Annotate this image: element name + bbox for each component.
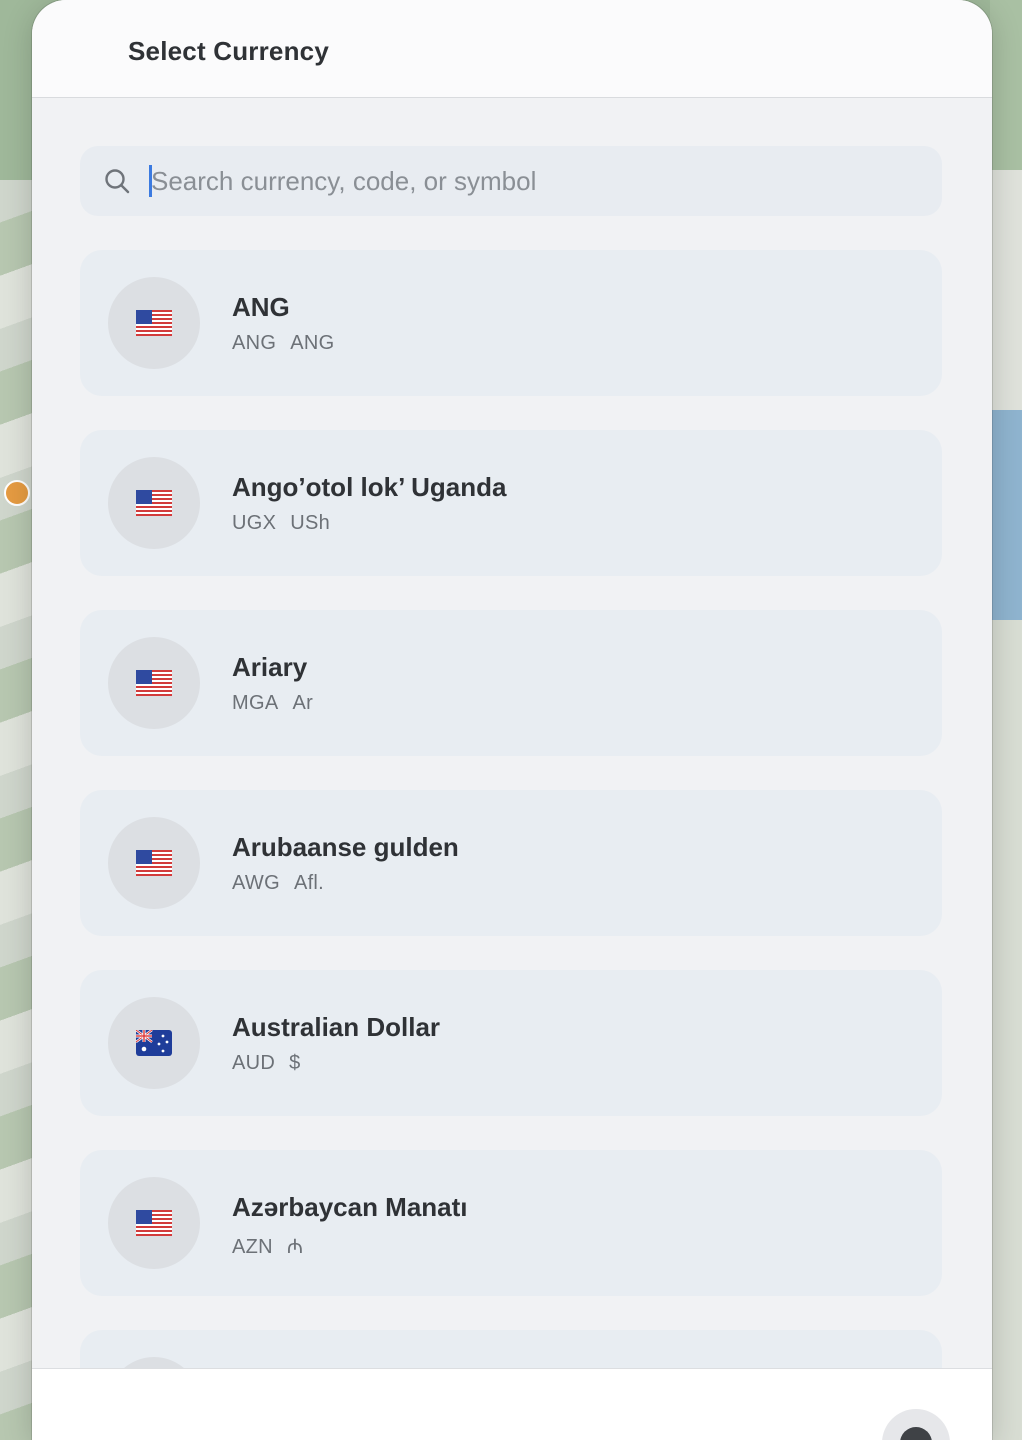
currency-list: ANG ANG ANG Ango’otol lok’ Uganda UGX USh … bbox=[80, 250, 942, 1368]
currency-name: Arubaanse gulden bbox=[232, 832, 459, 862]
map-right-edge bbox=[990, 0, 1022, 1440]
currency-meta: ANG ANG bbox=[232, 332, 335, 355]
flag-badge bbox=[108, 457, 200, 549]
flag-badge bbox=[108, 1357, 200, 1368]
sheet-footer bbox=[32, 1368, 992, 1440]
currency-name: Azərbaycan Manatı bbox=[232, 1192, 468, 1222]
footer-action-button[interactable] bbox=[882, 1409, 950, 1440]
map-poi-icon bbox=[4, 480, 30, 506]
currency-meta: UGX USh bbox=[232, 512, 330, 535]
currency-row[interactable]: ANG ANG ANG bbox=[80, 250, 942, 396]
currency-row[interactable]: Azərbaycan Manatı AZN ₼ bbox=[80, 1150, 942, 1296]
currency-name: Ariary bbox=[232, 652, 308, 682]
currency-code: ANG bbox=[232, 332, 277, 354]
currency-code: AUD bbox=[232, 1052, 276, 1074]
sheet-title: Select Currency bbox=[128, 36, 329, 66]
search-bar[interactable] bbox=[80, 146, 942, 216]
flag-badge bbox=[108, 997, 200, 1089]
currency-row[interactable]: Arubaanse gulden AWG Afl. bbox=[80, 790, 942, 936]
flag-badge bbox=[108, 1177, 200, 1269]
search-icon bbox=[105, 169, 130, 194]
search-input[interactable] bbox=[151, 146, 911, 216]
currency-row[interactable]: Australian Dollar AUD $ bbox=[80, 970, 942, 1116]
currency-code: UGX bbox=[232, 512, 277, 534]
currency-meta: AWG Afl. bbox=[232, 872, 324, 895]
currency-symbol: Afl. bbox=[293, 872, 325, 894]
currency-code: MGA bbox=[232, 692, 279, 714]
currency-name: Ango’otol lok’ Uganda bbox=[232, 472, 507, 502]
flag-badge bbox=[108, 277, 200, 369]
currency-name: Australian Dollar bbox=[232, 1012, 441, 1042]
currency-symbol: Ar bbox=[292, 692, 314, 714]
currency-symbol: USh bbox=[290, 512, 331, 534]
flag-badge bbox=[108, 637, 200, 729]
currency-symbol: ₼ bbox=[286, 1236, 304, 1258]
currency-code: AWG bbox=[232, 872, 280, 894]
currency-code: AZN bbox=[232, 1236, 273, 1258]
sheet-header: Select Currency bbox=[32, 0, 992, 98]
flag-badge bbox=[108, 817, 200, 909]
currency-row[interactable]: Ango’otol lok’ Uganda UGX USh bbox=[80, 430, 942, 576]
map-left-edge bbox=[0, 180, 34, 1440]
currency-meta: AZN ₼ bbox=[232, 1232, 303, 1259]
footer-button-icon bbox=[900, 1427, 932, 1440]
text-cursor bbox=[149, 165, 152, 197]
currency-meta: MGA Ar bbox=[232, 692, 313, 715]
currency-picker-sheet: Select Currency ANG ANGANG Ango’otol lok… bbox=[32, 0, 992, 1440]
currency-row[interactable]: Ariary MGA Ar bbox=[80, 610, 942, 756]
currency-name: ANG bbox=[232, 292, 290, 322]
currency-symbol: $ bbox=[289, 1052, 301, 1074]
currency-row-partial[interactable] bbox=[80, 1330, 942, 1368]
currency-symbol: ANG bbox=[290, 332, 335, 354]
currency-meta: AUD $ bbox=[232, 1052, 301, 1075]
